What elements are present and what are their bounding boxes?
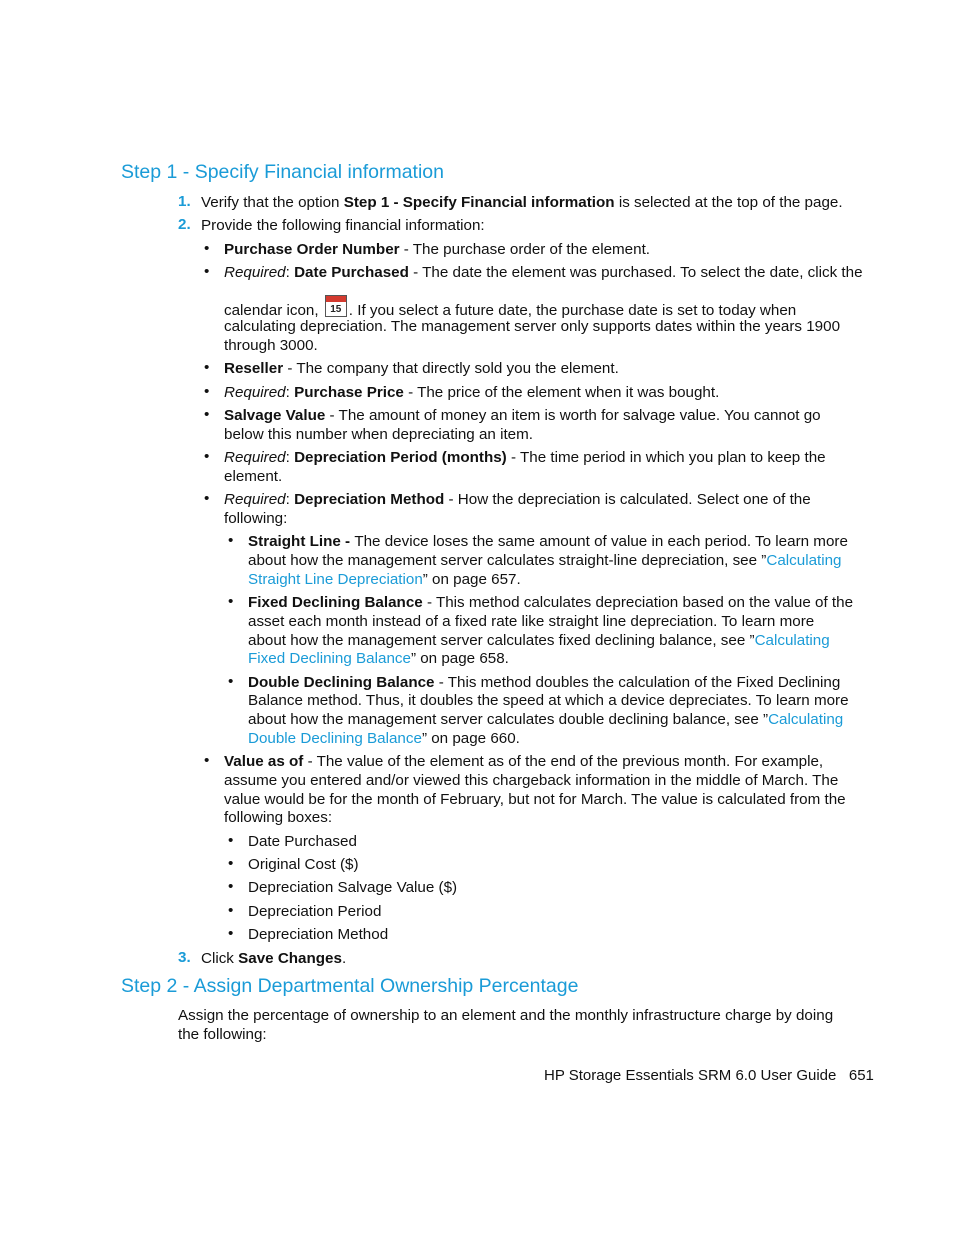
text: value would be for the month of February… bbox=[224, 791, 846, 808]
footer-title: HP Storage Essentials SRM 6.0 User Guide bbox=[544, 1067, 837, 1084]
list-number: 3. bbox=[178, 949, 191, 966]
bullet: • bbox=[228, 855, 234, 872]
bullet: • bbox=[228, 902, 234, 919]
list-item: Depreciation Period bbox=[248, 903, 382, 920]
required-label: Required bbox=[224, 449, 286, 466]
calendar-day: 15 bbox=[330, 304, 342, 315]
link-calculating-straight-line[interactable]: Calculating bbox=[766, 552, 841, 569]
bullet: • bbox=[204, 490, 210, 507]
method-name: Straight Line - bbox=[248, 533, 355, 550]
text: ” on page 658. bbox=[410, 650, 509, 667]
link-calculating-double-declining[interactable]: Calculating bbox=[768, 711, 843, 728]
page-number: 651 bbox=[848, 1067, 874, 1084]
field-name: Purchase Order Number bbox=[224, 241, 400, 258]
text: - The amount of money an item is worth f… bbox=[325, 407, 821, 424]
bullet: • bbox=[204, 383, 210, 400]
list-item: Depreciation Salvage Value ($) bbox=[248, 879, 458, 896]
field-name: Depreciation Period (months) bbox=[294, 449, 507, 466]
method-name: Double Declining Balance bbox=[248, 674, 435, 691]
bullet: • bbox=[204, 448, 210, 465]
link-calculating-straight-line[interactable]: Straight Line Depreciation bbox=[248, 571, 423, 588]
bullet: • bbox=[228, 593, 234, 610]
bullet: • bbox=[228, 878, 234, 895]
text: Click bbox=[201, 950, 239, 967]
text: Provide the following financial informat… bbox=[201, 217, 485, 234]
required-label: Required bbox=[224, 384, 286, 401]
field-name: Depreciation Method bbox=[294, 491, 445, 508]
text: calculating depreciation. The management… bbox=[224, 318, 841, 335]
text: ” on page 657. bbox=[422, 571, 521, 588]
text: element. bbox=[224, 468, 283, 485]
text: Verify that the option bbox=[201, 194, 344, 211]
bullet: • bbox=[228, 832, 234, 849]
required-label: Required bbox=[224, 491, 286, 508]
link-calculating-fixed-declining[interactable]: Fixed Declining Balance bbox=[248, 650, 411, 667]
text: - This method calculates depreciation ba… bbox=[422, 594, 854, 611]
text: asset each month instead of a fixed rate… bbox=[248, 613, 815, 630]
required-label: Required bbox=[224, 264, 286, 281]
field-name: Purchase Price bbox=[294, 384, 404, 401]
text: - How the depreciation is calculated. Se… bbox=[444, 491, 811, 508]
section-heading-step1: Step 1 - Specify Financial information bbox=[121, 161, 444, 183]
text: about how the management server calculat… bbox=[248, 711, 769, 728]
bullet: • bbox=[204, 752, 210, 769]
bullet: • bbox=[204, 263, 210, 280]
text: - The value of the element as of the end… bbox=[303, 753, 824, 770]
link-calculating-fixed-declining[interactable]: Calculating bbox=[755, 632, 830, 649]
paragraph: Assign the percentage of ownership to an… bbox=[178, 1007, 834, 1024]
list-number: 2. bbox=[178, 216, 191, 233]
bullet: • bbox=[204, 359, 210, 376]
ui-option-name: Step 1 - Specify Financial information bbox=[343, 194, 615, 211]
text: - The purchase order of the element. bbox=[399, 241, 651, 258]
list-item: Depreciation Method bbox=[248, 926, 389, 943]
bullet: • bbox=[228, 532, 234, 549]
link-calculating-double-declining[interactable]: Double Declining Balance bbox=[248, 730, 422, 747]
list-item: Date Purchased bbox=[248, 833, 357, 850]
text: - This method doubles the calculation of… bbox=[434, 674, 841, 691]
list-number: 1. bbox=[178, 193, 191, 210]
calendar-icon: 15 bbox=[324, 295, 347, 317]
text: ” on page 660. bbox=[421, 730, 520, 747]
text: about how the management server calculat… bbox=[248, 632, 755, 649]
field-name: Date Purchased bbox=[294, 264, 409, 281]
text: The device loses the same amount of valu… bbox=[354, 533, 848, 550]
text: Balance method. Thus, it doubles the spe… bbox=[248, 692, 849, 709]
bullet: • bbox=[204, 240, 210, 257]
text: following boxes: bbox=[224, 809, 333, 826]
bullet: • bbox=[204, 406, 210, 423]
field-name: Value as of bbox=[224, 753, 304, 770]
text: below this number when depreciating an i… bbox=[224, 426, 533, 443]
field-name: Reseller bbox=[224, 360, 284, 377]
list-item: Original Cost ($) bbox=[248, 856, 359, 873]
bullet: • bbox=[228, 925, 234, 942]
method-name: Fixed Declining Balance bbox=[248, 594, 423, 611]
text: - The company that directly sold you the… bbox=[283, 360, 619, 377]
ui-button-name: Save Changes bbox=[238, 950, 342, 967]
text: - The date the element was purchased. To… bbox=[408, 264, 863, 281]
paragraph: the following: bbox=[178, 1026, 267, 1043]
text: following: bbox=[224, 510, 288, 527]
text: - The price of the element when it was b… bbox=[403, 384, 720, 401]
text: assume you entered and/or viewed this ch… bbox=[224, 772, 839, 789]
page-footer: HP Storage Essentials SRM 6.0 User Guide… bbox=[544, 1067, 874, 1084]
text: - The time period in which you plan to k… bbox=[506, 449, 826, 466]
field-name: Salvage Value bbox=[224, 407, 326, 424]
text: . bbox=[341, 950, 347, 967]
section-heading-step2: Step 2 - Assign Departmental Ownership P… bbox=[121, 975, 579, 997]
bullet: • bbox=[228, 673, 234, 690]
text: through 3000. bbox=[224, 337, 318, 354]
text: about how the management server calculat… bbox=[248, 552, 767, 569]
text: is selected at the top of the page. bbox=[614, 194, 843, 211]
